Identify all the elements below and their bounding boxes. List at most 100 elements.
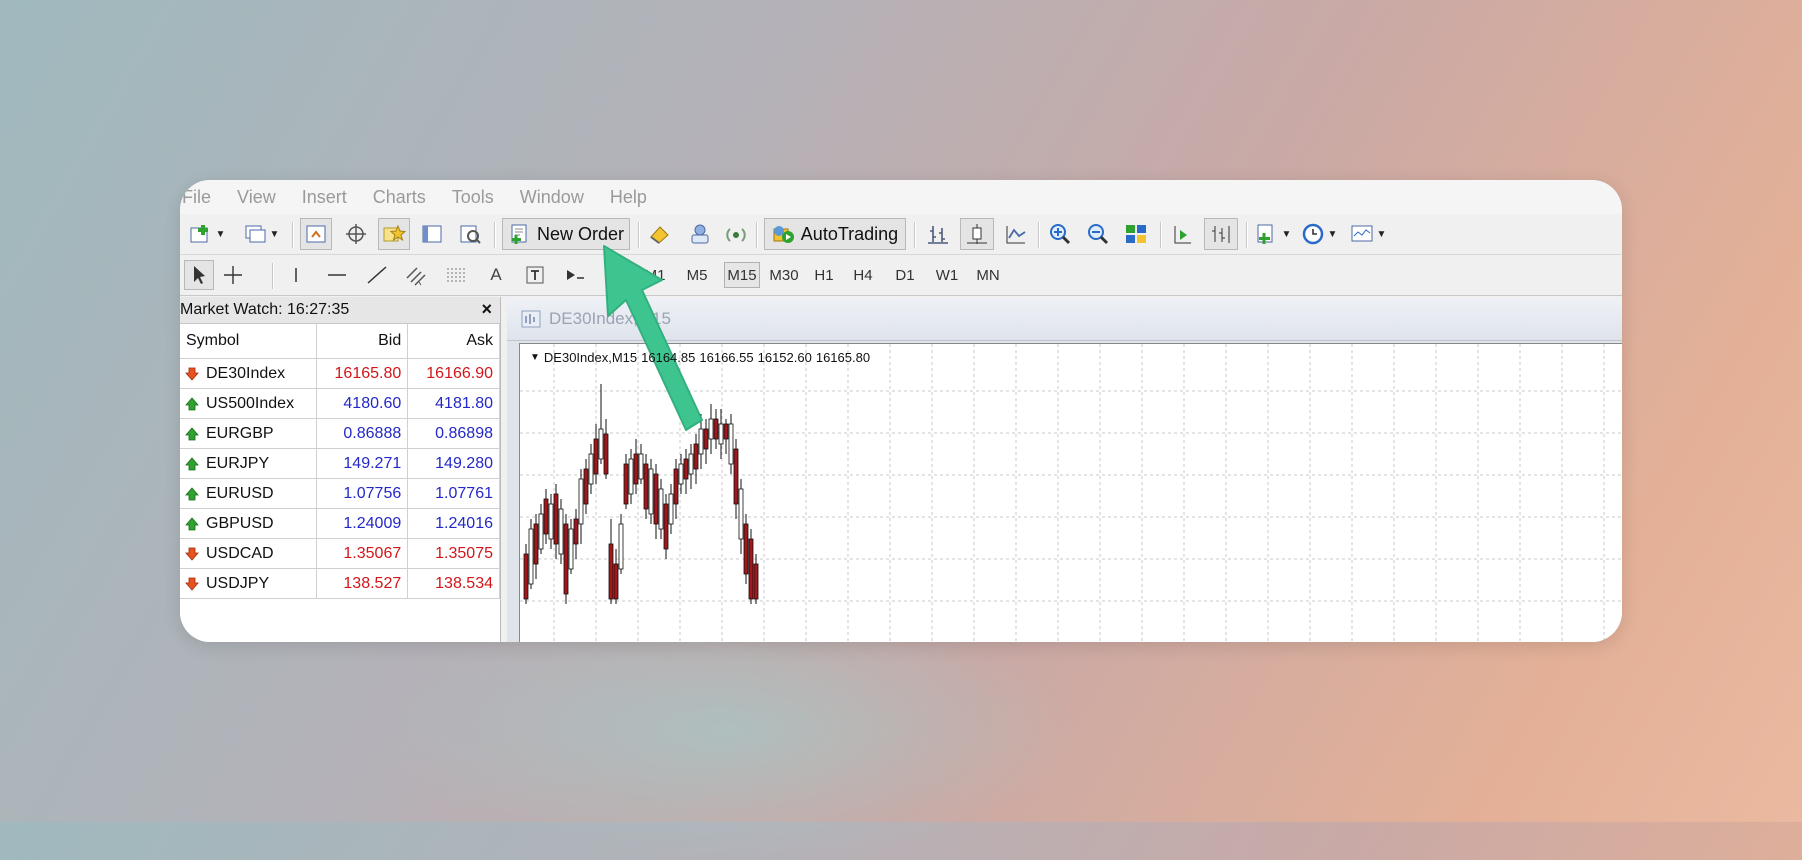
tile-windows-icon [1126, 225, 1146, 243]
line-chart-button[interactable] [1000, 218, 1032, 250]
table-row[interactable]: GBPUSD 1.24009 1.24016 [180, 508, 500, 539]
column-ask[interactable]: Ask [407, 324, 500, 359]
timeframe-h1[interactable]: H1 [808, 262, 840, 288]
ask-price: 0.86898 [407, 418, 500, 449]
table-row[interactable]: USDJPY 138.527 138.534 [180, 568, 500, 599]
column-bid[interactable]: Bid [316, 324, 409, 359]
fibonacci-button[interactable] [442, 260, 472, 290]
arrow-down-icon [180, 366, 206, 382]
bid-price: 138.527 [316, 568, 409, 599]
candle-body [533, 523, 539, 565]
crosshair-tool-button[interactable] [218, 260, 248, 290]
text-tool-button[interactable]: A [482, 260, 510, 290]
chevron-down-icon[interactable]: ▼ [530, 350, 540, 366]
fibonacci-icon [447, 268, 467, 282]
autotrading-icon [773, 226, 794, 243]
menu-charts[interactable]: Charts [373, 187, 426, 208]
text-label-icon [526, 266, 544, 284]
menu-insert[interactable]: Insert [302, 187, 347, 208]
market-watch-icon [306, 225, 326, 243]
data-window-button[interactable] [340, 218, 372, 250]
menu-file[interactable]: File [182, 187, 211, 208]
candle-body [733, 448, 739, 505]
column-symbol[interactable]: Symbol [180, 324, 317, 359]
strategy-tester-button[interactable] [454, 218, 486, 250]
candlestick-button[interactable] [960, 218, 994, 250]
symbol-name: DE30Index [206, 364, 286, 382]
auto-scroll-button[interactable] [1166, 218, 1198, 250]
mt4-window: File View Insert Charts Tools Window Hel… [180, 180, 1622, 642]
timeframe-m30[interactable]: M30 [764, 262, 804, 288]
symbol-name: US500Index [206, 394, 295, 412]
chart-low-value: 16152.60 [757, 350, 812, 365]
menu-tools[interactable]: Tools [452, 187, 494, 208]
text-label-button[interactable] [520, 260, 550, 290]
table-row[interactable]: EURGBP 0.86888 0.86898 [180, 418, 500, 449]
table-row[interactable]: US500Index 4180.60 4181.80 [180, 388, 500, 419]
menu-view[interactable]: View [237, 187, 276, 208]
chart-open-value: 16164.85 [641, 350, 696, 365]
bid-price: 1.24009 [316, 508, 409, 539]
candle-body [738, 488, 744, 540]
timeframe-m15[interactable]: M15 [724, 262, 760, 288]
equidistant-channel-button[interactable] [402, 260, 432, 290]
indicators-button[interactable]: ▼ [1252, 218, 1294, 250]
timeframe-mn[interactable]: MN [970, 262, 1006, 288]
tile-windows-button[interactable] [1120, 218, 1152, 250]
table-row[interactable]: EURUSD 1.07756 1.07761 [180, 478, 500, 509]
table-row[interactable]: DE30Index 16165.80 16166.90 [180, 358, 500, 389]
candle-body [563, 523, 569, 595]
close-icon[interactable]: × [481, 299, 492, 320]
profiles-icon [245, 225, 266, 243]
menu-window[interactable]: Window [520, 187, 584, 208]
line-chart-icon [1006, 226, 1026, 244]
zoom-in-button[interactable] [1044, 218, 1076, 250]
terminal-button[interactable] [416, 218, 448, 250]
arrows-button[interactable] [560, 260, 590, 290]
zoom-out-button[interactable] [1082, 218, 1114, 250]
symbol-name: EURGBP [206, 424, 274, 442]
chart-shift-button[interactable] [1204, 218, 1238, 250]
bar-chart-button[interactable] [922, 218, 954, 250]
new-chart-button[interactable]: ▼ [186, 218, 228, 250]
periods-button[interactable]: ▼ [1298, 218, 1340, 250]
trendline-button[interactable] [362, 260, 392, 290]
toolbar-separator [494, 222, 496, 248]
candle-body [578, 478, 584, 525]
navigator-toggle[interactable] [378, 218, 410, 250]
table-row[interactable]: USDCAD 1.35067 1.35075 [180, 538, 500, 569]
timeframe-w1[interactable]: W1 [930, 262, 964, 288]
candle-body [663, 503, 669, 550]
templates-icon [1351, 225, 1373, 242]
toolbar-separator [756, 222, 758, 248]
chevron-down-icon: ▼ [1376, 228, 1387, 240]
horizontal-line-button[interactable] [322, 260, 352, 290]
vertical-line-button[interactable] [282, 260, 310, 290]
trendline-icon [367, 266, 387, 284]
candle-body [588, 453, 594, 485]
candle-body [678, 463, 684, 485]
profiles-button[interactable]: ▼ [240, 218, 282, 250]
candle-body [568, 528, 574, 570]
table-row[interactable]: EURJPY 149.271 149.280 [180, 448, 500, 479]
autotrading-button[interactable]: AutoTrading [764, 218, 906, 250]
ask-price: 1.35075 [407, 538, 500, 569]
cursor-tool-button[interactable] [184, 260, 214, 290]
ask-price: 1.24016 [407, 508, 500, 539]
toolbar-separator [272, 263, 274, 289]
candle-body [748, 538, 754, 600]
candle-body [528, 528, 534, 585]
signals-button[interactable] [720, 218, 752, 250]
timeframe-h4[interactable]: H4 [846, 262, 880, 288]
candle-body [643, 463, 649, 510]
candle-body [723, 423, 729, 440]
templates-button[interactable]: ▼ [1346, 218, 1390, 250]
timeframe-d1[interactable]: D1 [888, 262, 922, 288]
market-watch-table: Symbol Bid Ask DE30Index 16165.80 16166.90… [180, 324, 500, 599]
toolbar-separator [1160, 222, 1162, 248]
market-watch-toggle[interactable] [300, 218, 332, 250]
bid-price: 1.35067 [316, 538, 409, 569]
candle-body [583, 468, 589, 505]
symbol-name: USDCAD [206, 544, 274, 562]
menu-help[interactable]: Help [610, 187, 647, 208]
